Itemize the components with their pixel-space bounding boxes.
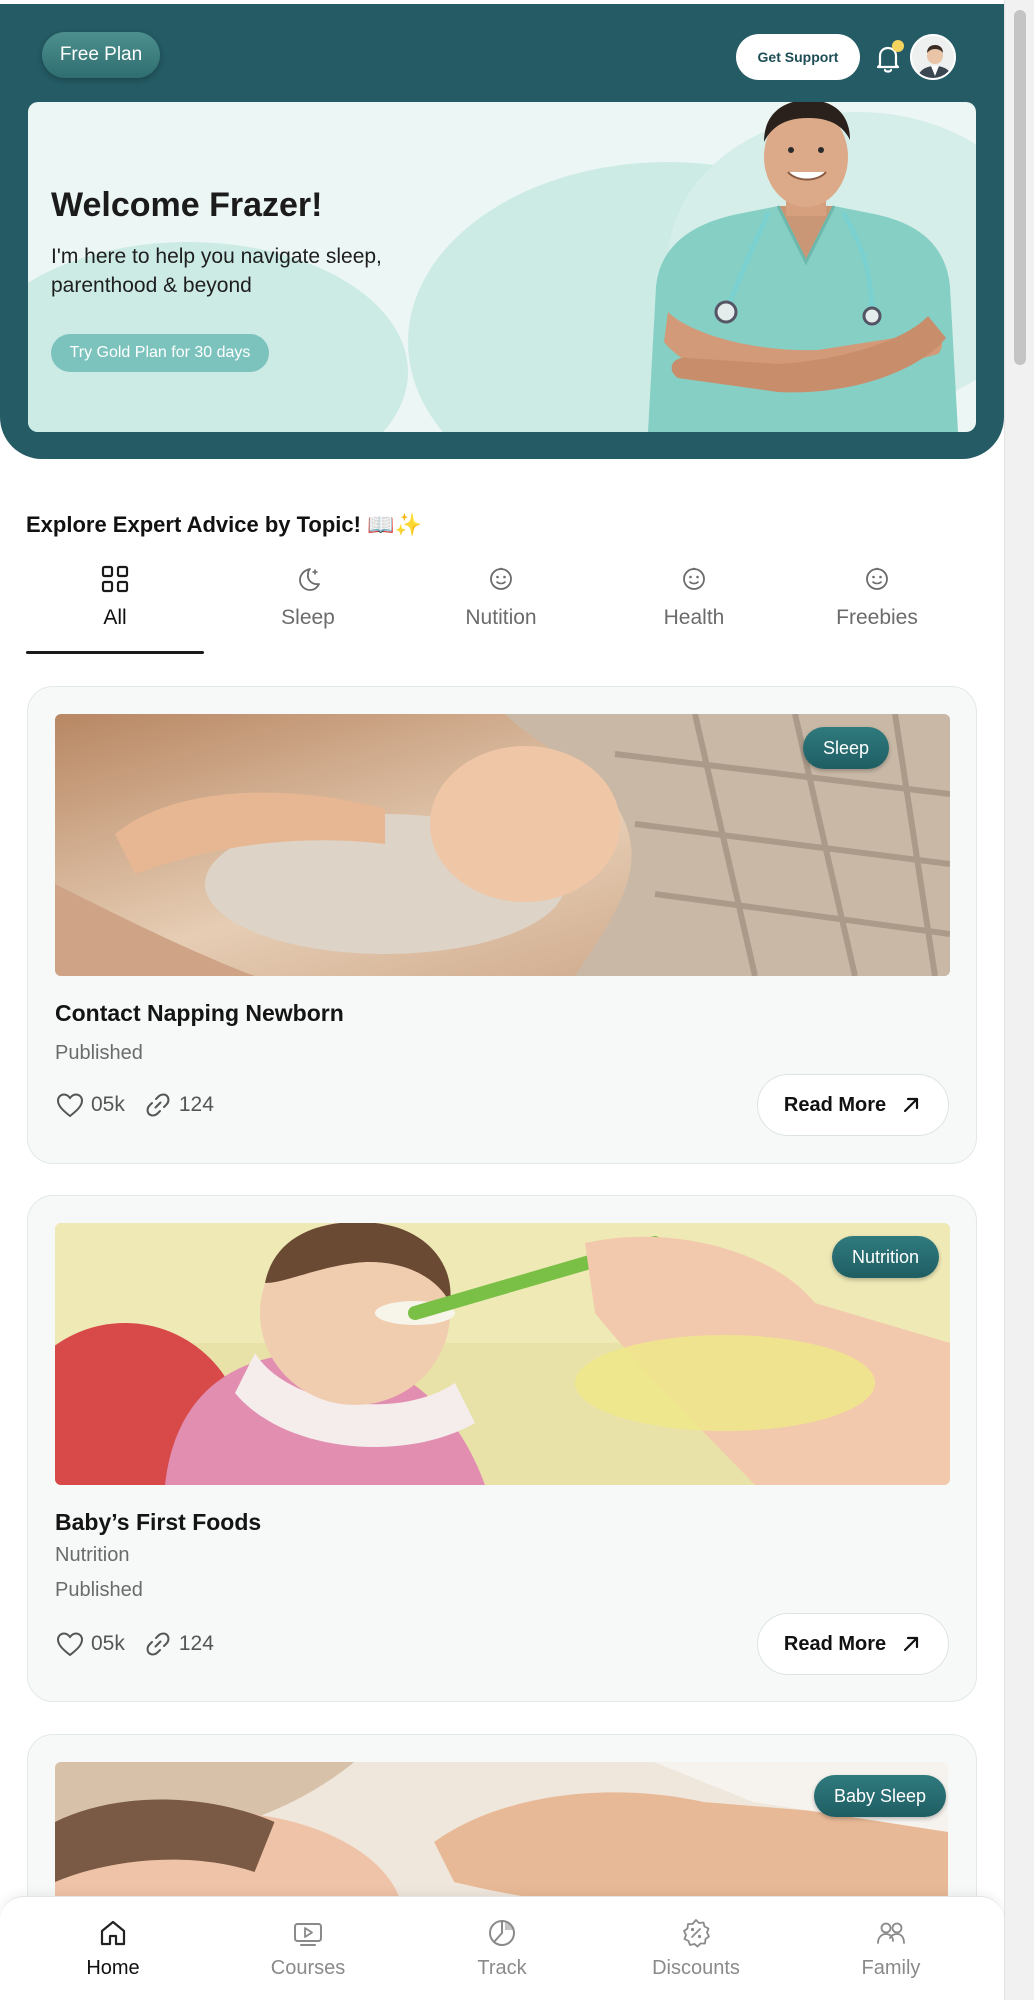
- section-title: Explore Expert Advice by Topic! 📖✨: [26, 512, 422, 537]
- get-support-button[interactable]: Get Support: [736, 34, 860, 80]
- nav-label: Courses: [270, 1957, 346, 1979]
- tab-label: Nutition: [465, 606, 537, 629]
- article-title[interactable]: Baby’s First Foods: [55, 1509, 261, 1536]
- link-icon[interactable]: [143, 1090, 173, 1120]
- active-tab-indicator: [26, 651, 204, 654]
- article-stats: 05k 124: [55, 1628, 214, 1660]
- read-more-label: Read More: [783, 1093, 887, 1116]
- avatar[interactable]: [910, 34, 956, 80]
- tab-nutrition[interactable]: Nutition: [412, 556, 590, 654]
- category-tag: Baby Sleep: [814, 1775, 947, 1817]
- hero-title: Welcome Frazer!: [51, 186, 323, 224]
- page-scrollbar[interactable]: [1004, 0, 1034, 2000]
- article-image: [55, 1223, 950, 1485]
- scrollbar-thumb[interactable]: [1014, 10, 1026, 365]
- read-more-button[interactable]: Read More: [757, 1074, 949, 1136]
- doctor-illustration: [648, 102, 958, 432]
- tab-sleep[interactable]: Sleep: [219, 556, 397, 654]
- nav-label: Home: [86, 1957, 140, 1979]
- plan-badge[interactable]: Free Plan: [42, 32, 160, 78]
- article-card[interactable]: Sleep Contact Napping Newborn Published …: [27, 686, 977, 1164]
- heart-icon[interactable]: [55, 1090, 85, 1120]
- arrow-up-right-icon: [904, 1636, 919, 1652]
- read-more-button[interactable]: Read More: [757, 1613, 949, 1675]
- nav-family[interactable]: Family: [811, 1917, 971, 1980]
- tab-label: All: [103, 606, 127, 629]
- smiley-icon: [683, 567, 705, 590]
- nav-label: Family: [861, 1957, 921, 1979]
- tab-label: Sleep: [281, 606, 335, 629]
- home-icon: [100, 1920, 126, 1946]
- tab-freebies[interactable]: Freebies: [788, 556, 966, 654]
- likes-count: 05k: [91, 1632, 125, 1655]
- family-icon: [877, 1922, 905, 1944]
- read-more-label: Read More: [783, 1632, 887, 1655]
- smiley-icon: [490, 567, 512, 590]
- header: Free Plan Get Support Welcome Frazer! I'…: [0, 4, 1004, 459]
- bottom-navigation: Home Courses Track Discounts Family: [0, 1896, 1004, 2000]
- discount-icon: [683, 1919, 710, 1948]
- category-tag: Sleep: [803, 727, 890, 769]
- nav-track[interactable]: Track: [422, 1917, 582, 1980]
- nav-discounts[interactable]: Discounts: [616, 1917, 776, 1980]
- grid-icon: [101, 565, 129, 593]
- article-stats: 05k 124: [55, 1089, 214, 1121]
- avatar-image: [912, 36, 954, 78]
- article-status: Published: [55, 1579, 143, 1601]
- nav-label: Discounts: [652, 1957, 740, 1979]
- hero-banner: Welcome Frazer! I'm here to help you nav…: [28, 102, 976, 432]
- notification-bell-icon[interactable]: [868, 38, 908, 78]
- page: Free Plan Get Support Welcome Frazer! I'…: [0, 0, 1004, 2000]
- chart-icon: [489, 1920, 515, 1946]
- link-icon[interactable]: [143, 1629, 173, 1659]
- article-card[interactable]: Nutrition Baby’s First Foods Nutrition P…: [27, 1195, 977, 1702]
- nav-label: Track: [477, 1957, 527, 1979]
- play-icon: [294, 1923, 322, 1946]
- likes-count: 05k: [91, 1093, 125, 1116]
- tab-label: Health: [663, 606, 725, 629]
- topic-tabs: All Sleep Nutition Health Freebies: [26, 556, 966, 656]
- tab-health[interactable]: Health: [605, 556, 783, 654]
- article-category: Nutrition: [55, 1544, 130, 1566]
- article-status: Published: [55, 1042, 143, 1064]
- try-gold-plan-button[interactable]: Try Gold Plan for 30 days: [51, 334, 269, 372]
- tab-label: Freebies: [836, 606, 918, 629]
- hero-subtitle: I'm here to help you navigate sleep, par…: [51, 245, 382, 297]
- notification-dot: [892, 40, 904, 52]
- category-tag: Nutrition: [832, 1236, 940, 1278]
- arrow-up-right-icon: [904, 1097, 919, 1113]
- nav-home[interactable]: Home: [33, 1917, 193, 1980]
- heart-icon[interactable]: [55, 1629, 85, 1659]
- article-title[interactable]: Contact Napping Newborn: [55, 1000, 344, 1027]
- shares-count: 124: [178, 1632, 214, 1655]
- smiley-icon: [866, 567, 888, 590]
- tab-all[interactable]: All: [26, 556, 204, 654]
- nav-courses[interactable]: Courses: [228, 1917, 388, 1980]
- moon-icon: [299, 568, 320, 591]
- shares-count: 124: [178, 1093, 214, 1116]
